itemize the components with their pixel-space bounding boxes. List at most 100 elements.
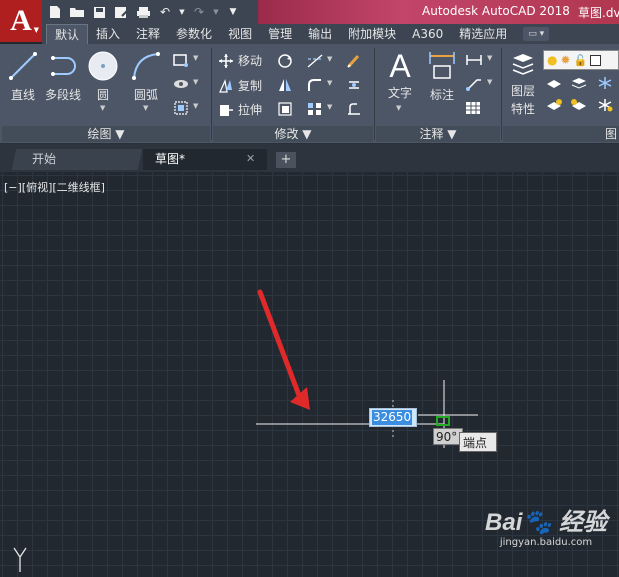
annotation-arrow xyxy=(257,289,303,401)
mirror-icon[interactable] xyxy=(277,77,293,93)
open-folder-icon[interactable] xyxy=(68,4,86,20)
ribbon-display-toggle-icon[interactable]: ▭ ▾ xyxy=(523,27,550,41)
save-as-icon[interactable] xyxy=(112,4,130,20)
table-icon[interactable] xyxy=(465,100,481,116)
stretch-label: 拉伸 xyxy=(238,103,263,117)
annotation-panel-title[interactable]: 注释 ▼ xyxy=(376,126,500,142)
modify-panel-title[interactable]: 修改 ▼ xyxy=(213,126,373,142)
trim-dropdown-icon[interactable]: ▼ xyxy=(327,55,332,63)
array-dropdown-icon[interactable]: ▼ xyxy=(327,103,332,111)
tab-featured-apps[interactable]: 精选应用 xyxy=(451,24,515,44)
drawing-canvas[interactable]: [−][俯视][二维线框] 32650 90° 端点 Bai🐾 经验 jingy… xyxy=(0,172,619,577)
layer-dropdown[interactable]: ● ✹ 🔓 xyxy=(543,50,619,70)
lock-icon: 🔓 xyxy=(573,53,588,67)
undo-dropdown-icon[interactable]: ▼ xyxy=(178,4,186,20)
tab-manage[interactable]: 管理 xyxy=(260,24,300,44)
circle-icon xyxy=(88,51,118,81)
save-icon[interactable] xyxy=(90,4,108,20)
hatch-dropdown-icon[interactable]: ▼ xyxy=(193,78,198,86)
dimension-button[interactable]: 标注 xyxy=(426,50,458,103)
panel-divider xyxy=(374,48,375,140)
arc-button[interactable]: 圆弧 xyxy=(128,50,164,103)
offset-icon[interactable] xyxy=(346,101,362,117)
stretch-button[interactable]: 拉伸 xyxy=(218,101,262,118)
tab-view[interactable]: 视图 xyxy=(220,24,260,44)
ribbon-panel: 直线 多段线 圆 ▼ 圆弧 ▼ ▼ ▼ ▼ 绘图 ▼ 移动 复制 拉伸 ▼ ▼ … xyxy=(0,44,619,144)
layer-properties-button[interactable]: 图层 特性 xyxy=(506,50,540,117)
erase-icon[interactable] xyxy=(346,53,362,69)
baidu-watermark: Bai🐾 经验 jingyan.baidu.com xyxy=(476,502,616,548)
rectangle-dropdown-icon[interactable]: ▼ xyxy=(193,54,198,62)
fillet-dropdown-icon[interactable]: ▼ xyxy=(327,79,332,87)
layer-thaw-icon[interactable] xyxy=(596,98,614,112)
leader-dropdown-icon[interactable]: ▼ xyxy=(487,78,492,86)
trim-icon[interactable] xyxy=(306,53,324,69)
tab-annotate[interactable]: 注释 xyxy=(128,24,168,44)
circle-button[interactable]: 圆 xyxy=(88,50,118,103)
arc-dropdown-icon[interactable]: ▼ xyxy=(143,104,148,112)
line-icon xyxy=(9,52,37,80)
file-tab-drawing-label: 草图* xyxy=(155,152,186,166)
quick-access-toolbar: ↶ ▼ ↷ ▼ ▼ xyxy=(46,3,242,21)
application-menu-button[interactable]: A ▼ xyxy=(0,0,42,42)
redo-dropdown-icon[interactable]: ▼ xyxy=(212,4,220,20)
print-icon[interactable] xyxy=(134,4,152,20)
explode-icon[interactable] xyxy=(346,77,362,93)
dynamic-input-field[interactable]: 32650 xyxy=(369,408,417,427)
file-tab-start-label: 开始 xyxy=(32,152,57,166)
lightbulb-icon: ● xyxy=(547,53,558,67)
scale-icon[interactable] xyxy=(277,101,293,117)
new-file-icon[interactable] xyxy=(46,4,64,20)
window-filename: 草图.dv xyxy=(578,6,619,20)
layers-panel-title[interactable]: 图 xyxy=(503,126,619,142)
file-tab-start[interactable]: 开始 xyxy=(11,149,143,170)
layer-off-icon[interactable] xyxy=(545,98,563,112)
leader-icon[interactable] xyxy=(465,76,483,92)
layer-properties-label-2: 特性 xyxy=(510,102,535,116)
text-button[interactable]: A 文字 xyxy=(384,48,416,101)
color-swatch-icon xyxy=(590,54,602,66)
text-dropdown-icon[interactable]: ▼ xyxy=(396,104,401,112)
tab-output[interactable]: 输出 xyxy=(300,24,340,44)
layer-isolate-icon[interactable] xyxy=(570,76,588,90)
boundary-icon[interactable] xyxy=(172,100,190,116)
dynamic-input-value: 32650 xyxy=(372,410,413,425)
linear-dimension-icon[interactable] xyxy=(465,52,483,68)
new-tab-button[interactable]: + xyxy=(276,152,296,168)
line-button[interactable]: 直线 xyxy=(6,50,40,103)
layer-properties-label-1: 图层 xyxy=(510,84,535,98)
tab-addins[interactable]: 附加模块 xyxy=(340,24,404,44)
boundary-dropdown-icon[interactable]: ▼ xyxy=(193,102,198,110)
stretch-icon xyxy=(218,102,234,118)
rotate-icon[interactable] xyxy=(277,53,293,69)
circle-label: 圆 xyxy=(96,88,109,102)
copy-button[interactable]: 复制 xyxy=(218,77,262,94)
tab-a360[interactable]: A360 xyxy=(404,24,451,44)
layer-freeze-icon[interactable] xyxy=(596,76,614,90)
close-icon[interactable]: ✕ xyxy=(246,152,255,165)
tab-default[interactable]: 默认 xyxy=(46,24,89,44)
hatch-icon[interactable] xyxy=(172,76,190,92)
circle-dropdown-icon[interactable]: ▼ xyxy=(100,104,105,112)
undo-icon[interactable]: ↶ xyxy=(156,4,174,20)
move-button[interactable]: 移动 xyxy=(218,52,262,69)
tab-insert[interactable]: 插入 xyxy=(88,24,128,44)
polyline-button[interactable]: 多段线 xyxy=(44,50,82,103)
copy-icon xyxy=(218,78,234,94)
layer-unisolate-icon[interactable] xyxy=(570,98,588,112)
array-icon[interactable] xyxy=(306,101,324,117)
panel-divider xyxy=(211,48,212,140)
layer-match-icon[interactable] xyxy=(545,76,563,90)
panel-divider xyxy=(501,48,502,140)
rectangle-icon[interactable] xyxy=(172,52,190,68)
ucs-icon xyxy=(13,547,27,572)
layer-stack-icon xyxy=(512,54,534,75)
customize-toolbar-icon[interactable]: ▼ xyxy=(224,4,242,20)
draw-panel-title[interactable]: 绘图 ▼ xyxy=(2,126,210,142)
redo-icon[interactable]: ↷ xyxy=(190,4,208,20)
tab-parametric[interactable]: 参数化 xyxy=(168,24,220,44)
linear-dimension-dropdown-icon[interactable]: ▼ xyxy=(487,54,492,62)
polyline-label: 多段线 xyxy=(44,88,81,102)
fillet-icon[interactable] xyxy=(306,77,324,93)
watermark-url: jingyan.baidu.com xyxy=(499,537,593,548)
